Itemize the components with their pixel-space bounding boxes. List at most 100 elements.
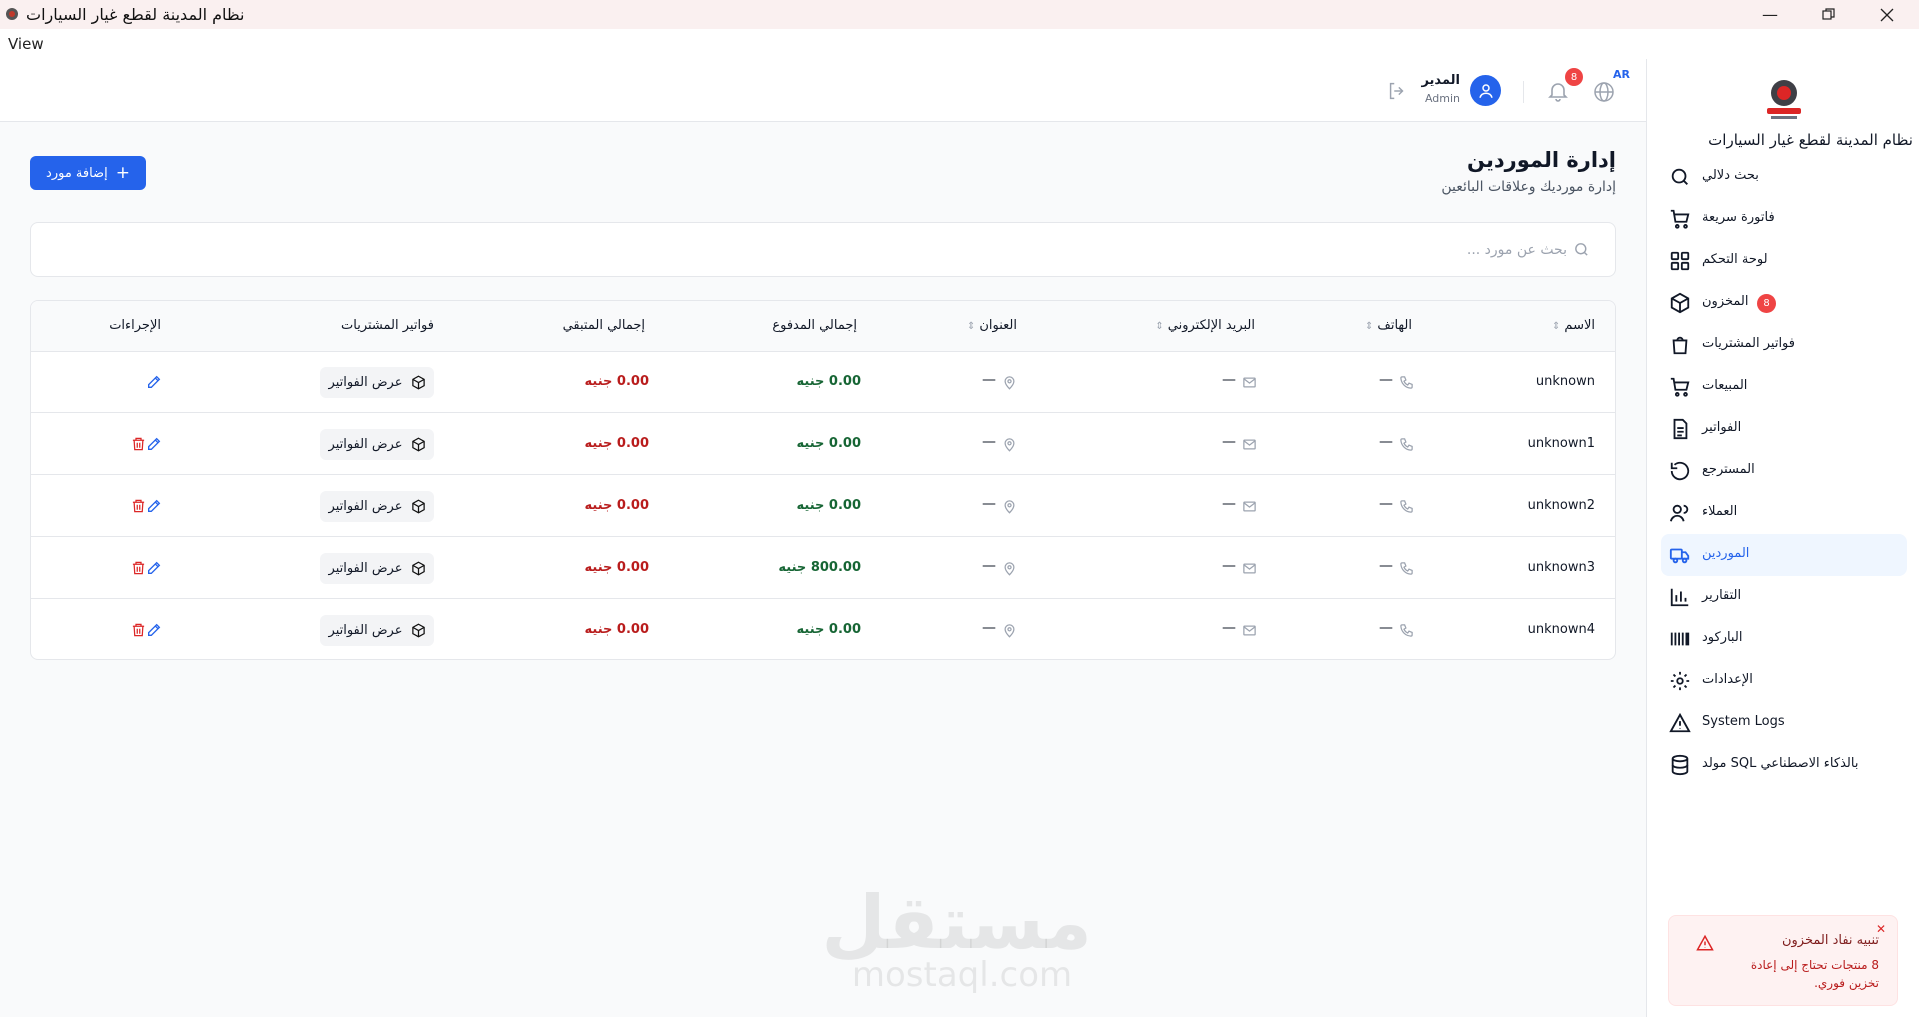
location-icon <box>1004 624 1015 638</box>
sidebar-item-label: الفواتير <box>1702 420 1742 435</box>
mail-icon <box>1243 377 1256 388</box>
gear-icon <box>1670 671 1690 691</box>
header-phone[interactable]: الهاتف⇕ <box>1365 318 1412 333</box>
document-icon <box>1673 418 1688 440</box>
company-logo <box>1767 80 1801 119</box>
sidebar-item-customers[interactable]: العملاء <box>1661 492 1907 534</box>
supplier-name: unknown <box>1535 374 1595 389</box>
email-value: — <box>1222 434 1236 450</box>
edit-icon[interactable] <box>146 374 162 390</box>
address-value: — <box>982 620 996 636</box>
sidebar-item-semantic-search[interactable]: بحث دلالي <box>1661 156 1907 198</box>
sort-icon: ⇕ <box>1155 321 1164 332</box>
sidebar-item-suppliers[interactable]: الموردين <box>1661 534 1907 576</box>
close-window-button[interactable] <box>1864 0 1910 29</box>
sidebar-item-system-logs[interactable]: System Logs <box>1661 702 1907 744</box>
supplier-name: unknown1 <box>1527 436 1595 451</box>
sidebar-item-label: فواتير المشتريات <box>1702 336 1795 351</box>
email-value: — <box>1222 558 1236 574</box>
search-card <box>30 222 1616 277</box>
header-name[interactable]: الاسم⇕ <box>1552 318 1595 333</box>
total-paid: 0.00 جنيه <box>796 374 861 389</box>
warning-icon <box>1696 934 1714 951</box>
email-value: — <box>1222 496 1236 512</box>
sidebar-item-returns[interactable]: المسترجع <box>1661 450 1907 492</box>
view-invoices-label: عرض الفواتير <box>328 623 403 638</box>
sidebar-item-settings[interactable]: الإعدادات <box>1661 660 1907 702</box>
total-remaining: 0.00 جنيه <box>584 560 649 575</box>
menu-bar: View <box>0 29 1919 59</box>
view-invoices-button[interactable]: عرض الفواتير <box>320 491 434 522</box>
edit-icon[interactable] <box>146 498 162 514</box>
view-invoices-label: عرض الفواتير <box>328 499 403 514</box>
email-value: — <box>1222 372 1236 388</box>
supplier-search-input[interactable] <box>47 236 1567 264</box>
sidebar-item-label: الموردين <box>1702 546 1750 561</box>
edit-icon[interactable] <box>146 436 162 452</box>
sidebar-item-sql-generator[interactable]: مولد SQL بالذكاء الاصطناعي <box>1661 744 1907 786</box>
sidebar-item-barcode[interactable]: الباركود <box>1661 618 1907 660</box>
header-email[interactable]: البريد الإلكتروني⇕ <box>1155 318 1255 333</box>
trash-icon[interactable] <box>131 498 146 514</box>
box-icon <box>411 561 425 576</box>
trash-icon[interactable] <box>131 622 146 638</box>
table-header: الاسم⇕ الهاتف⇕ البريد الإلكتروني⇕ العنوا… <box>31 301 1615 352</box>
add-supplier-button[interactable]: إضافة مورد + <box>30 156 146 190</box>
edit-icon[interactable] <box>146 560 162 576</box>
sort-icon: ⇕ <box>966 321 976 332</box>
plus-icon: + <box>115 162 130 183</box>
table-row: unknown3 — — — 800.00 جنيه 0.00 جنيه عرض… <box>31 538 1615 599</box>
user-icon <box>1478 83 1493 98</box>
sidebar-item-quick-invoice[interactable]: فاتورة سريعة <box>1661 198 1907 240</box>
phone-icon <box>1400 562 1413 575</box>
table-row: unknown4 — — — 0.00 جنيه 0.00 جنيه عرض ا… <box>31 600 1615 659</box>
sidebar-item-label: التقارير <box>1702 588 1742 603</box>
user-role: Admin <box>1424 92 1460 105</box>
location-icon <box>1004 562 1015 576</box>
sort-icon: ⇕ <box>1365 321 1374 332</box>
restore-button[interactable] <box>1805 0 1851 29</box>
header-address[interactable]: العنوان⇕ <box>967 318 1017 333</box>
sidebar-item-sales[interactable]: المبيعات <box>1661 366 1907 408</box>
trash-icon[interactable] <box>131 560 146 576</box>
box-icon <box>1670 292 1690 314</box>
box-icon <box>411 375 425 390</box>
logout-icon[interactable] <box>1386 80 1408 102</box>
view-invoices-label: عرض الفواتير <box>328 375 403 390</box>
table-row: unknown — — — 0.00 جنيه 0.00 جنيه عرض ال… <box>31 352 1615 413</box>
trash-icon[interactable] <box>131 436 146 452</box>
view-invoices-button[interactable]: عرض الفواتير <box>320 367 434 398</box>
title-bar: نظام المدينة لقطع غيار السيارات — <box>0 0 1919 29</box>
database-icon <box>1671 754 1689 776</box>
edit-icon[interactable] <box>146 622 162 638</box>
sidebar-item-inventory[interactable]: المخزون 8 <box>1661 282 1907 324</box>
inventory-badge: 8 <box>1757 294 1776 313</box>
view-invoices-button[interactable]: عرض الفواتير <box>320 429 434 460</box>
view-invoices-button[interactable]: عرض الفواتير <box>320 553 434 584</box>
low-stock-toast: ✕ تنبيه نفاد المخزون 8 منتجات تحتاج إلى … <box>1668 915 1898 1006</box>
sidebar-item-label: الباركود <box>1702 630 1743 645</box>
phone-icon <box>1400 624 1413 637</box>
sidebar-item-reports[interactable]: التقارير <box>1661 576 1907 618</box>
location-icon <box>1004 438 1015 452</box>
warning-icon <box>1669 712 1691 733</box>
sidebar-item-purchase-invoices[interactable]: فواتير المشتريات <box>1661 324 1907 366</box>
phone-icon <box>1400 376 1413 389</box>
sidebar: نظام المدينة لقطع غيار السيارات بحث دلال… <box>1646 59 1919 1017</box>
sidebar-item-dashboard[interactable]: لوحة التحكم <box>1661 240 1907 282</box>
total-remaining: 0.00 جنيه <box>584 498 649 513</box>
table-row: unknown1 — — — 0.00 جنيه 0.00 جنيه عرض ا… <box>31 414 1615 475</box>
menu-view[interactable]: View <box>8 35 44 53</box>
sidebar-item-invoices[interactable]: الفواتير <box>1661 408 1907 450</box>
minimize-button[interactable]: — <box>1747 0 1793 29</box>
view-invoices-button[interactable]: عرض الفواتير <box>320 615 434 646</box>
email-value: — <box>1222 620 1236 636</box>
total-remaining: 0.00 جنيه <box>584 622 649 637</box>
total-paid: 0.00 جنيه <box>796 436 861 451</box>
page-title: إدارة الموردين <box>1467 148 1616 172</box>
globe-icon[interactable] <box>1592 80 1616 104</box>
users-icon <box>1669 504 1689 522</box>
avatar[interactable] <box>1470 75 1501 106</box>
mail-icon <box>1243 625 1256 636</box>
language-indicator[interactable]: AR <box>1613 68 1630 81</box>
